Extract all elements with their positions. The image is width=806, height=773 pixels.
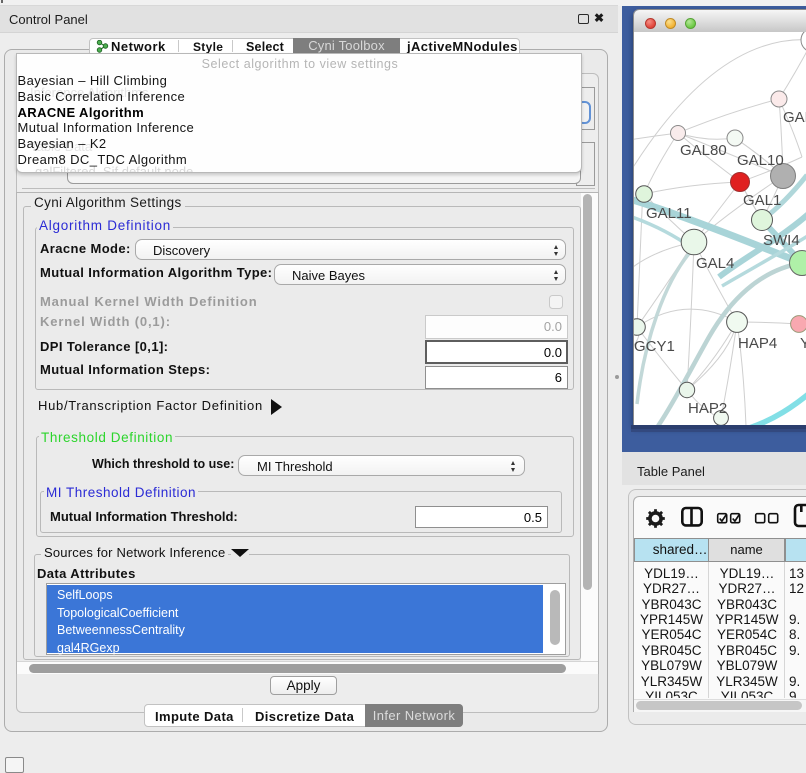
svg-text:GAL11: GAL11 <box>646 205 692 222</box>
svg-text:GAL4: GAL4 <box>696 255 734 272</box>
svg-text:SWI4: SWI4 <box>763 232 800 249</box>
svg-text:Y: Y <box>800 335 806 352</box>
svg-text:GAL80: GAL80 <box>680 142 727 159</box>
svg-text:GCY1: GCY1 <box>634 338 675 355</box>
svg-text:HAP2: HAP2 <box>688 400 727 417</box>
svg-text:GAL: GAL <box>783 109 806 126</box>
svg-text:GAL10: GAL10 <box>737 152 784 169</box>
svg-text:GAL1: GAL1 <box>743 192 781 209</box>
svg-text:HAP4: HAP4 <box>738 335 777 352</box>
